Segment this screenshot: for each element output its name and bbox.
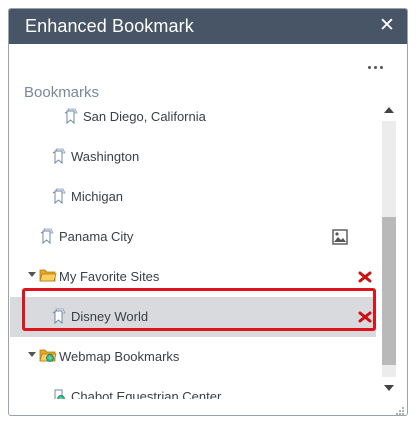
bookmark-item-washington[interactable]: Washington — [10, 137, 376, 177]
expand-arrow-icon[interactable] — [28, 272, 36, 277]
bookmark-label: Washington — [71, 149, 140, 164]
scroll-up-arrow-icon[interactable] — [384, 107, 394, 113]
delete-icon[interactable] — [357, 309, 373, 325]
webmap-folder-icon — [39, 347, 57, 365]
bookmark-icon — [51, 307, 67, 325]
bookmark-icon — [51, 187, 67, 205]
folder-label: Webmap Bookmarks — [59, 349, 180, 364]
tree-scrollbar[interactable] — [377, 99, 401, 399]
bookmark-item-panama-city[interactable]: Panama City — [10, 217, 376, 257]
bookmark-item-san-diego[interactable]: San Diego, California — [10, 99, 376, 137]
panel-titlebar: Enhanced Bookmark ✕ — [9, 9, 407, 44]
webmap-bookmark-icon — [51, 387, 67, 399]
folder-icon — [39, 267, 57, 285]
close-icon[interactable]: ✕ — [377, 15, 397, 37]
bookmark-label: San Diego, California — [83, 109, 206, 124]
folder-item-webmap-bookmarks[interactable]: Webmap Bookmarks — [10, 337, 376, 377]
delete-icon[interactable] — [357, 269, 373, 285]
panel-title: Enhanced Bookmark — [25, 16, 194, 36]
scroll-thumb[interactable] — [382, 217, 396, 365]
bookmark-icon — [39, 227, 55, 245]
folder-label: My Favorite Sites — [59, 269, 160, 284]
bookmark-icon — [63, 107, 79, 125]
bookmark-label: Chabot Equestrian Center — [71, 389, 222, 399]
enhanced-bookmark-panel: Enhanced Bookmark ✕ Bookmarks San Diego,… — [8, 8, 408, 416]
bookmark-icon — [51, 147, 67, 165]
scroll-down-arrow-icon[interactable] — [384, 385, 394, 391]
bookmark-tree: San Diego, California Washington Michiga… — [10, 99, 376, 399]
more-options-icon[interactable] — [367, 63, 385, 73]
bookmark-item-disney-world[interactable]: Disney World — [10, 297, 376, 337]
bookmark-item-michigan[interactable]: Michigan — [10, 177, 376, 217]
bookmark-label: Michigan — [71, 189, 124, 204]
bookmark-label: Panama City — [59, 229, 134, 244]
expand-arrow-icon[interactable] — [28, 352, 36, 357]
image-icon[interactable] — [332, 229, 348, 245]
resize-grip-icon[interactable] — [395, 403, 405, 415]
bookmark-item-chabot-equestrian-center[interactable]: Chabot Equestrian Center — [10, 377, 376, 399]
folder-item-my-favorite-sites[interactable]: My Favorite Sites — [10, 257, 376, 297]
bookmark-label: Disney World — [71, 309, 149, 324]
